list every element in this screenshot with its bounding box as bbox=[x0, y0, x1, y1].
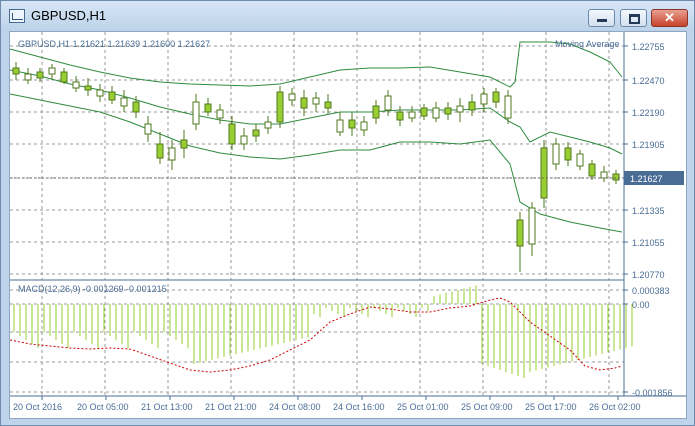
candle-body bbox=[252, 129, 260, 137]
chart-window: GBPUSD,H1 ✕ GBPUSD,H1 1.21621 1.21639 1.… bbox=[0, 0, 695, 426]
candle-body bbox=[336, 119, 344, 133]
time-tick-label: 26 Oct 02:00 bbox=[589, 402, 641, 412]
candle-body bbox=[180, 139, 188, 149]
symbol-info: GBPUSD,H1 1.21621 1.21639 1.21600 1.2162… bbox=[18, 39, 210, 49]
macd-tick-label: 0.000383 bbox=[632, 286, 670, 296]
time-tick-label: 25 Oct 01:00 bbox=[397, 402, 449, 412]
current-price-label: 1.21627 bbox=[630, 174, 663, 184]
candle-body bbox=[432, 107, 440, 119]
candle-body bbox=[504, 95, 512, 119]
price-tick-label: 1.21905 bbox=[632, 140, 665, 150]
candle-body bbox=[420, 107, 428, 117]
candle-body bbox=[408, 111, 416, 119]
candle-body bbox=[120, 97, 128, 107]
candle-body bbox=[96, 89, 104, 97]
maximize-icon bbox=[629, 14, 640, 24]
time-tick-label: 21 Oct 13:00 bbox=[141, 402, 193, 412]
candle-body bbox=[216, 109, 224, 119]
candle-body bbox=[264, 121, 272, 129]
candle-body bbox=[48, 67, 56, 75]
candle-body bbox=[492, 91, 500, 103]
maximize-button[interactable] bbox=[620, 9, 647, 27]
macd-label: MACD(12,26,9) -0.001269 -0.001215 bbox=[18, 284, 167, 294]
minimize-icon bbox=[597, 19, 607, 22]
candle-body bbox=[36, 71, 44, 79]
price-tick-label: 1.21055 bbox=[632, 238, 665, 248]
candle-body bbox=[396, 111, 404, 121]
candle-body bbox=[540, 147, 548, 199]
candle-body bbox=[588, 163, 596, 177]
price-tick-label: 1.22470 bbox=[632, 76, 665, 86]
time-tick-label: 24 Oct 16:00 bbox=[333, 402, 385, 412]
candle-body bbox=[24, 73, 32, 81]
candle-body bbox=[468, 101, 476, 111]
candle-body bbox=[324, 101, 332, 109]
price-tick-label: 1.21335 bbox=[632, 206, 665, 216]
price-chart[interactable]: GBPUSD,H1 1.21621 1.21639 1.21600 1.2162… bbox=[9, 32, 686, 418]
close-button[interactable]: ✕ bbox=[651, 9, 688, 27]
macd-axis[interactable]: 0.0003830.00-0.001856 bbox=[624, 286, 673, 398]
candle-body bbox=[192, 101, 200, 125]
candle-body bbox=[60, 71, 68, 83]
candle-body bbox=[564, 147, 572, 161]
candle-body bbox=[576, 153, 584, 167]
time-tick-label: 21 Oct 21:00 bbox=[205, 402, 257, 412]
candle-body bbox=[456, 105, 464, 113]
candle-body bbox=[348, 119, 356, 129]
time-tick-label: 25 Oct 17:00 bbox=[525, 402, 577, 412]
candle-body bbox=[72, 81, 80, 89]
candle-body bbox=[312, 97, 320, 105]
time-axis[interactable]: 20 Oct 2016 20 Oct 05:00 21 Oct 13:00 21 Oc… bbox=[13, 396, 641, 412]
candle-body bbox=[552, 143, 560, 165]
candle-body bbox=[168, 147, 176, 161]
close-icon: ✕ bbox=[664, 10, 675, 25]
candle-body bbox=[528, 207, 536, 245]
price-axis[interactable]: 1.22755 1.22470 1.22190 1.21905 1.21335 1.210… bbox=[624, 42, 665, 280]
candle-body bbox=[156, 143, 164, 159]
time-tick-label: 20 Oct 2016 bbox=[13, 402, 62, 412]
candle-body bbox=[372, 105, 380, 119]
time-tick-label: 20 Oct 05:00 bbox=[77, 402, 129, 412]
candle-body bbox=[276, 91, 284, 123]
candle-body bbox=[12, 67, 20, 75]
time-tick-label: 25 Oct 09:00 bbox=[461, 402, 513, 412]
candle-body bbox=[240, 135, 248, 145]
indicator-label: Moving Average bbox=[555, 39, 619, 49]
candle-body bbox=[300, 97, 308, 109]
candle-body bbox=[288, 93, 296, 101]
candle-body bbox=[360, 121, 368, 131]
candle-body bbox=[204, 103, 212, 113]
macd-tick-label: 0.00 bbox=[632, 300, 650, 310]
candle-body bbox=[612, 173, 620, 181]
candle-body bbox=[132, 101, 140, 113]
chart-window-icon bbox=[9, 9, 25, 23]
macd-grid bbox=[10, 284, 624, 396]
candle-body bbox=[444, 107, 452, 115]
candle-body bbox=[84, 85, 92, 91]
candle-body bbox=[480, 93, 488, 105]
price-tick-label: 1.22190 bbox=[632, 108, 665, 118]
window-title: GBPUSD,H1 bbox=[31, 8, 107, 23]
chart-area[interactable]: GBPUSD,H1 1.21621 1.21639 1.21600 1.2162… bbox=[9, 31, 687, 419]
minimize-button[interactable] bbox=[588, 9, 615, 27]
price-tick-label: 1.20770 bbox=[632, 270, 665, 280]
candle-body bbox=[516, 219, 524, 247]
candle-body bbox=[144, 123, 152, 135]
candle-body bbox=[228, 123, 236, 145]
candlesticks bbox=[12, 62, 620, 272]
time-tick-label: 24 Oct 08:00 bbox=[269, 402, 321, 412]
price-tick-label: 1.22755 bbox=[632, 42, 665, 52]
candle-body bbox=[384, 95, 392, 111]
title-bar[interactable]: GBPUSD,H1 ✕ bbox=[1, 1, 694, 31]
candle-body bbox=[600, 171, 608, 179]
candle-body bbox=[108, 91, 116, 101]
